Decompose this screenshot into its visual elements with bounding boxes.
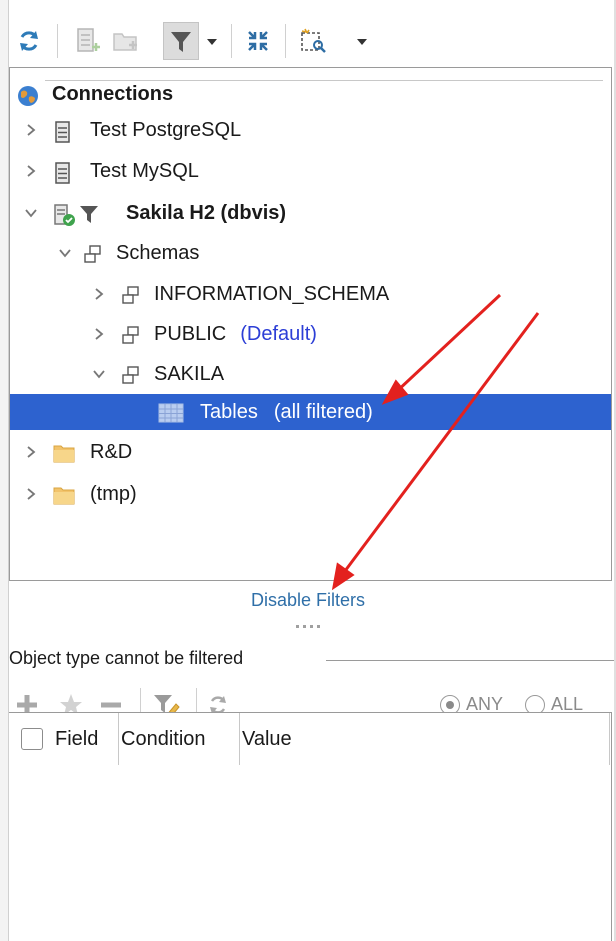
schema-icon	[120, 324, 144, 346]
column-header-value[interactable]: Value	[240, 713, 610, 765]
chevron-down-icon[interactable]	[92, 367, 106, 381]
tree-item-label: Sakila H2 (dbvis)	[126, 202, 287, 224]
group-divider	[326, 660, 614, 661]
tree-item-tables[interactable]: Tables (all filtered)	[10, 394, 611, 430]
disable-filters-link[interactable]: Disable Filters	[0, 590, 616, 611]
folder-icon	[52, 484, 76, 506]
tree-item-rnd-folder[interactable]: R&D	[10, 434, 611, 470]
filter-icon	[78, 203, 102, 225]
tree-item-sakila-h2[interactable]: Sakila H2 (dbvis)	[10, 195, 611, 231]
chevron-down-icon[interactable]	[58, 246, 72, 260]
schema-icon	[120, 364, 144, 386]
table-grid-icon	[158, 402, 184, 424]
all-filtered-suffix: (all filtered)	[273, 401, 373, 423]
tree-item-tmp-folder[interactable]: (tmp)	[10, 476, 611, 512]
filter-conditions-table[interactable]: Field Condition Value	[9, 712, 612, 941]
tree-item-label: INFORMATION_SCHEMA	[154, 283, 390, 305]
chevron-right-icon[interactable]	[24, 487, 38, 501]
add-connection-icon[interactable]	[73, 26, 103, 56]
table-header-divider	[45, 80, 603, 81]
splitter-handle[interactable]	[296, 625, 320, 629]
filter-group-label: Object type cannot be filtered	[9, 648, 250, 669]
chevron-right-icon[interactable]	[92, 327, 106, 341]
tree-item-label: Test MySQL	[90, 160, 199, 182]
window-left-border	[0, 0, 9, 941]
public-label: PUBLIC	[154, 323, 227, 345]
tree-item-label: PUBLIC (Default)	[154, 322, 317, 346]
select-all-checkbox[interactable]	[21, 728, 43, 750]
tree-root-connections[interactable]: Connections	[10, 76, 611, 112]
add-folder-icon[interactable]	[111, 26, 141, 56]
tree-item-test-postgresql[interactable]: Test PostgreSQL	[10, 112, 611, 148]
object-view-icon[interactable]	[297, 26, 329, 56]
object-view-dropdown-chevron-icon[interactable]	[355, 36, 369, 48]
refresh-icon[interactable]	[15, 26, 43, 56]
tree-item-label: Test PostgreSQL	[90, 119, 242, 141]
tree-item-test-mysql[interactable]: Test MySQL	[10, 153, 611, 189]
tree-root-label: Connections	[52, 83, 174, 105]
toolbar-separator	[285, 24, 286, 58]
tree-item-label: R&D	[90, 441, 133, 463]
schema-icon	[82, 243, 106, 265]
chevron-right-icon[interactable]	[24, 445, 38, 459]
tree-item-public[interactable]: PUBLIC (Default)	[10, 316, 611, 352]
tree-item-label: Tables (all filtered)	[200, 400, 373, 424]
folder-icon	[52, 442, 76, 464]
table-header: Field Condition Value	[9, 713, 612, 765]
toolbar-separator	[57, 24, 58, 58]
schema-icon	[120, 284, 144, 306]
connection-tree[interactable]: Connections Test PostgreSQL Test MySQL S…	[9, 67, 612, 581]
chevron-right-icon[interactable]	[92, 287, 106, 301]
globe-icon	[16, 84, 40, 106]
filter-dropdown-chevron-icon[interactable]	[205, 36, 219, 48]
tree-item-schemas[interactable]: Schemas	[10, 235, 611, 271]
tree-item-label: Schemas	[116, 242, 200, 264]
tables-label: Tables	[200, 401, 258, 423]
database-connection-icon	[52, 161, 76, 184]
tree-item-label: SAKILA	[154, 363, 225, 385]
default-suffix: (Default)	[240, 323, 317, 345]
database-connection-icon	[52, 120, 76, 143]
column-header-condition[interactable]: Condition	[119, 713, 240, 765]
tree-item-information-schema[interactable]: INFORMATION_SCHEMA	[10, 276, 611, 312]
chevron-down-icon[interactable]	[24, 206, 38, 220]
column-header-field[interactable]: Field	[53, 713, 119, 765]
tree-item-sakila[interactable]: SAKILA	[10, 356, 611, 392]
collapse-all-icon[interactable]	[243, 26, 273, 56]
chevron-right-icon[interactable]	[24, 164, 38, 178]
filter-icon[interactable]	[166, 28, 196, 56]
chevron-right-icon[interactable]	[24, 123, 38, 137]
toolbar-separator	[231, 24, 232, 58]
connected-database-icon	[52, 203, 76, 226]
main-toolbar	[9, 0, 614, 66]
tree-item-label: (tmp)	[90, 483, 137, 505]
